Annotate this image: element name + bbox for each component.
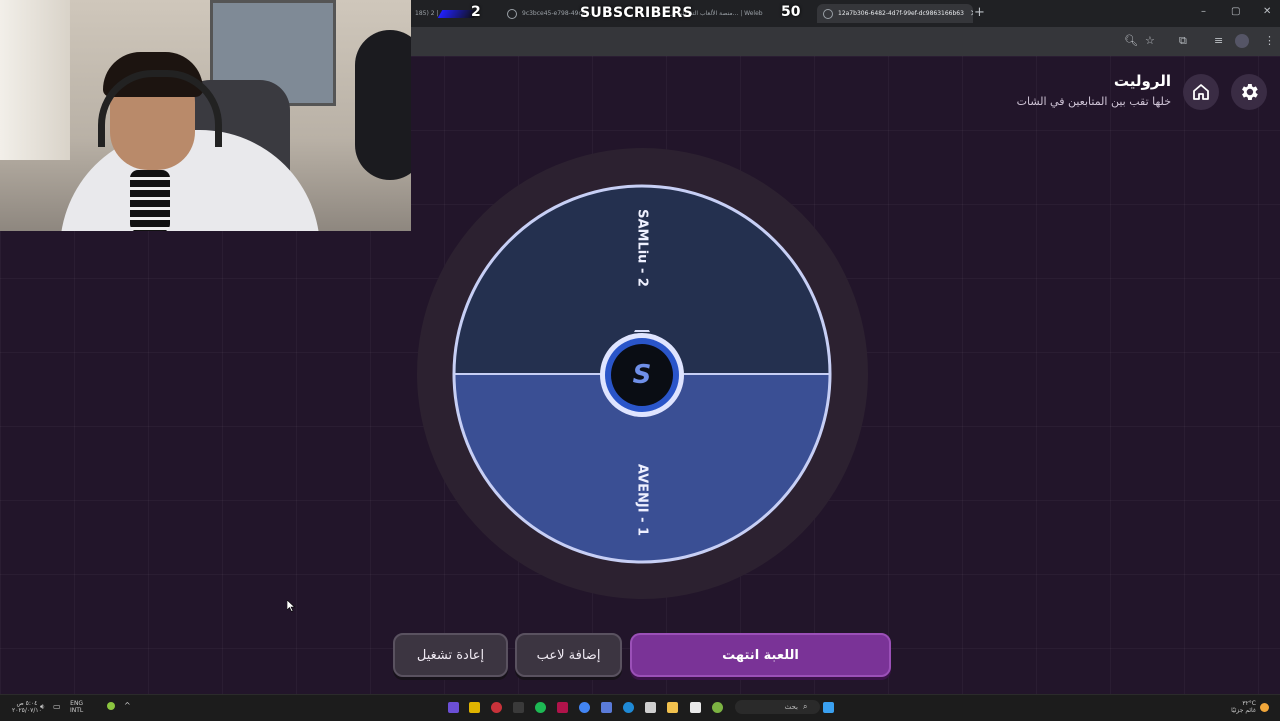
taskbar-app-icon[interactable] [690, 702, 701, 713]
taskbar-store-icon[interactable] [645, 702, 656, 713]
windows-taskbar [0, 694, 1280, 721]
weather-icon [1260, 703, 1269, 712]
webcam-light-panel [0, 0, 70, 160]
globe-icon [823, 8, 833, 19]
taskbar-clock[interactable]: ٥:٠٤ ص ٢٠٢٥/٠٧/١٠ [12, 700, 42, 714]
close-window-icon[interactable]: ✕ [1263, 6, 1271, 17]
zoom-icon[interactable]: 🔍︎ [1124, 34, 1138, 47]
reading-list-icon[interactable]: ≡ [1214, 34, 1223, 47]
subscriber-goal-count: 50 [781, 4, 801, 20]
taskbar-warning-app-icon[interactable] [469, 702, 480, 713]
language-indicator[interactable]: ENG INTL [70, 700, 83, 714]
weather-widget[interactable]: ٣٢°C غائم جزئيًا [1222, 700, 1256, 714]
browser-toolbar: 🔍︎ ☆ ⧉ ≡ ⋮ [411, 27, 1280, 56]
tray-app-icon[interactable] [107, 702, 115, 710]
webcam-feed [0, 0, 411, 231]
wheel-label-top: SAMLiu - 2 [635, 209, 650, 287]
start-windows-icon[interactable] [823, 702, 834, 713]
page-title: الروليت [1113, 72, 1171, 90]
webcam-ring-light [355, 30, 411, 180]
maximize-icon[interactable]: ▢ [1231, 6, 1240, 17]
network-icon[interactable]: ▭ [53, 703, 61, 711]
logo-letter-icon: S [633, 360, 652, 390]
clock-date: ٢٠٢٥/٠٧/١٠ [12, 707, 42, 714]
wheel-pointer-icon [634, 330, 650, 332]
taskbar-app-icon[interactable] [601, 702, 612, 713]
taskbar-app-icon[interactable] [557, 702, 568, 713]
taskbar-widget-icon[interactable] [712, 702, 723, 713]
language-top: ENG [70, 700, 84, 707]
browser-tab-active[interactable]: 12a7b306-6482-4d7f-99ef-dc9863166b63 ✕ [817, 4, 973, 23]
webcam-microphone [130, 170, 170, 231]
clock-time: ٥:٠٤ ص [16, 700, 38, 707]
page-subtitle: خلها تقب بين المتابعين في الشات [1016, 95, 1171, 108]
taskbar-obs-icon[interactable] [491, 702, 502, 713]
language-bottom: INTL [70, 707, 84, 714]
menu-kebab-icon[interactable]: ⋮ [1264, 34, 1275, 47]
new-tab-button[interactable]: + [974, 5, 985, 20]
subscriber-goal-overlay: 2 SUBSCRIBERS 50 [437, 4, 820, 24]
close-tab-icon[interactable]: ✕ [970, 9, 973, 19]
weather-temp: ٣٢°C [1242, 700, 1256, 707]
taskbar-spotify-icon[interactable] [535, 702, 546, 713]
search-icon: ⌕ [803, 702, 808, 711]
restart-button[interactable]: إعادة تشغيل [393, 633, 508, 677]
subscriber-current-count: 2 [471, 4, 481, 20]
wheel-hub[interactable]: S [597, 330, 687, 420]
tab-title: 12a7b306-6482-4d7f-99ef-dc9863166b63 [838, 10, 964, 17]
extensions-icon[interactable]: ⧉ [1179, 34, 1187, 48]
minimize-icon[interactable]: – [1201, 6, 1206, 17]
taskbar-app-icon[interactable] [448, 702, 459, 713]
home-icon [1193, 84, 1209, 100]
chevron-up-icon[interactable]: ^ [124, 702, 131, 710]
profile-avatar[interactable] [1235, 34, 1249, 48]
mouse-cursor-icon [287, 600, 295, 612]
settings-button[interactable] [1231, 74, 1267, 110]
taskbar-folder-icon[interactable] [667, 702, 678, 713]
add-player-button[interactable]: إضافة لاعب [515, 633, 622, 677]
taskbar-terminal-icon[interactable] [513, 702, 524, 713]
wheel-label-bottom: AVENJI - 1 [635, 464, 650, 536]
taskbar-chrome-icon[interactable] [579, 702, 590, 713]
game-over-button[interactable]: اللعبة انتهت [630, 633, 891, 677]
subscriber-label: SUBSCRIBERS [580, 5, 693, 21]
taskbar-edge-icon[interactable] [623, 702, 634, 713]
volume-icon[interactable]: 🔉︎ [40, 703, 45, 711]
weather-desc: غائم جزئيًا [1231, 707, 1256, 714]
home-button[interactable] [1183, 74, 1219, 110]
search-placeholder: بحث [784, 703, 798, 711]
gear-icon [1242, 84, 1258, 100]
bookmark-star-icon[interactable]: ☆ [1145, 34, 1155, 47]
